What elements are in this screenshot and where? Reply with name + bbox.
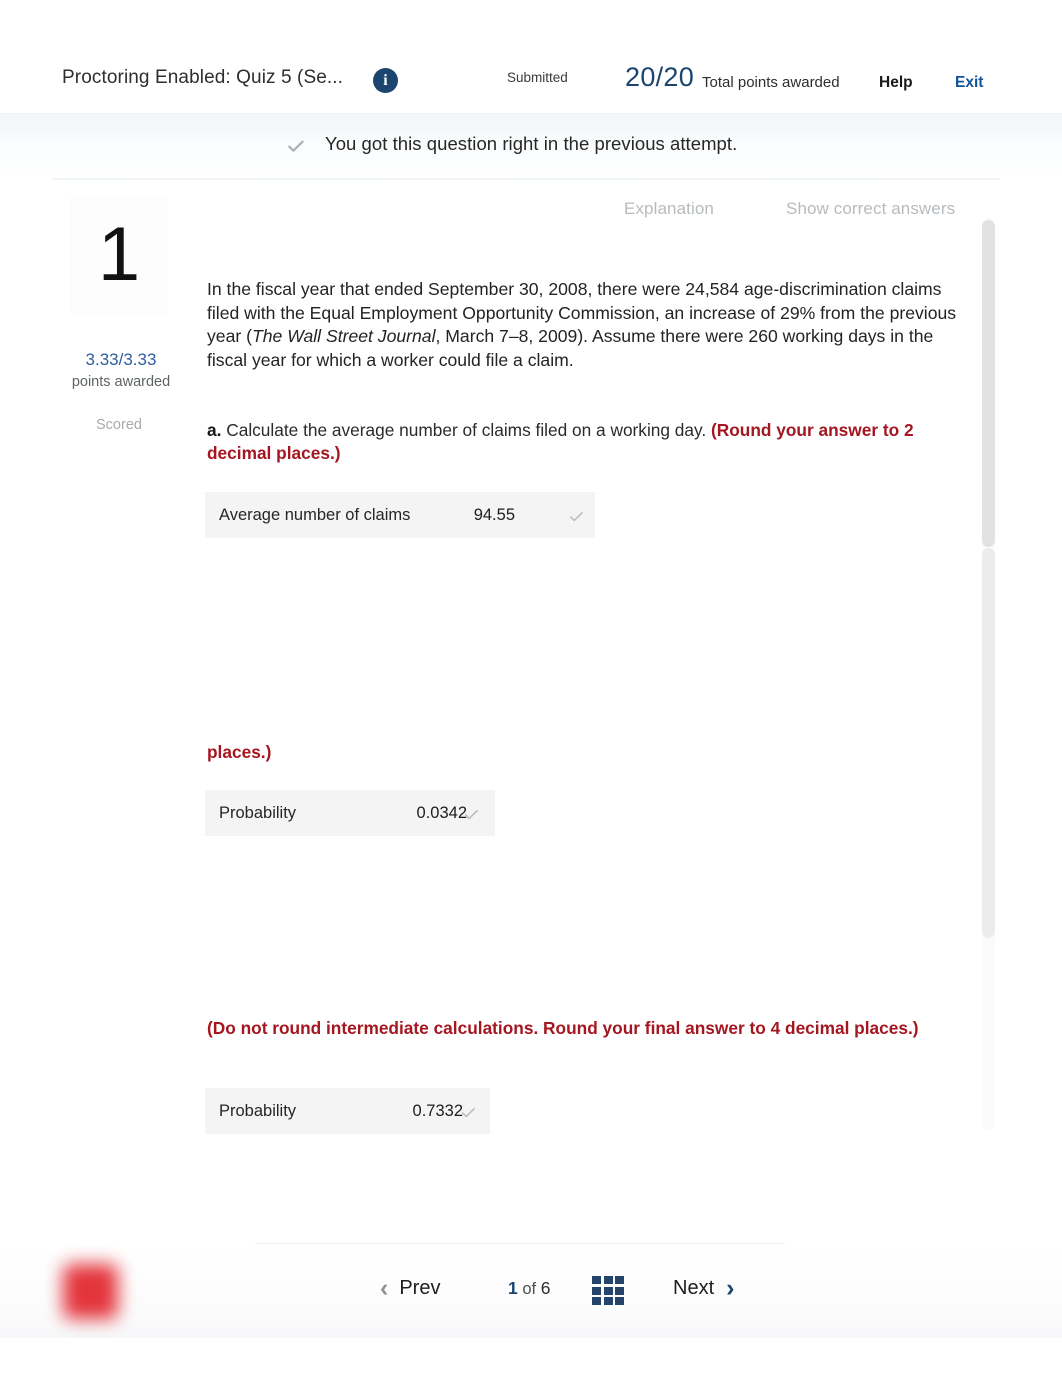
grid-cell: [592, 1286, 601, 1295]
stem-paragraph: In the fiscal year that ended September …: [207, 278, 975, 372]
part-b-instruction-fragment: places.): [207, 742, 272, 762]
total-page-count: 6: [540, 1278, 551, 1298]
part-a-text: Calculate the average number of claims f…: [221, 420, 711, 440]
answer-label: Probability: [219, 803, 297, 822]
part-a-prompt: a. Calculate the average number of claim…: [207, 419, 977, 465]
vertical-scrollbar-thumb[interactable]: [982, 220, 995, 547]
answer-field-row[interactable]: Average number of claims 94.55: [205, 492, 595, 538]
show-correct-answers-button[interactable]: Show correct answers: [786, 199, 955, 219]
chevron-right-icon: ›: [726, 1274, 735, 1302]
answer-value: 94.55: [473, 505, 515, 524]
total-points-label: Total points awarded: [702, 74, 840, 91]
check-icon: [568, 508, 585, 528]
grid-cell: [603, 1297, 613, 1305]
vertical-scrollbar-thumb-lower[interactable]: [982, 548, 995, 938]
answer-value: 0.0342: [416, 803, 467, 822]
prev-button[interactable]: ‹ Prev: [380, 1275, 440, 1301]
question-number: 1: [97, 212, 141, 297]
chevron-left-icon: ‹: [380, 1274, 389, 1302]
grid-cell: [615, 1276, 624, 1284]
check-icon: [463, 806, 480, 826]
answer-field-row[interactable]: Probability 0.7332: [205, 1088, 490, 1134]
next-button[interactable]: Next ›: [673, 1275, 734, 1301]
next-label: Next: [673, 1276, 715, 1299]
answer-label: Average number of claims: [219, 505, 411, 524]
part-c-instruction: (Do not round intermediate calculations.…: [207, 1018, 919, 1038]
answer-field-row[interactable]: Probability 0.0342: [205, 790, 495, 836]
grid-cell: [592, 1297, 601, 1305]
question-stem: In the fiscal year that ended September …: [207, 278, 975, 372]
total-points-fraction: 20/20: [625, 62, 695, 92]
answer-label: Probability: [219, 1101, 297, 1120]
grid-cell: [615, 1297, 624, 1305]
submission-status-badge: Submitted: [507, 70, 568, 85]
grid-cell: [603, 1286, 613, 1295]
previous-attempt-message: You got this question right in the previ…: [325, 133, 738, 154]
check-icon: [460, 1104, 477, 1124]
exit-button[interactable]: Exit: [955, 74, 983, 92]
app-header: Proctoring Enabled: Quiz 5 (Se... i Subm…: [0, 0, 1062, 115]
answer-value: 0.7332: [412, 1101, 463, 1120]
current-page-number: 1: [508, 1278, 518, 1298]
explanation-button[interactable]: Explanation: [624, 199, 714, 219]
points-awarded-label: points awarded: [71, 374, 171, 390]
footer-divider: [255, 1243, 785, 1244]
check-icon: [286, 136, 306, 156]
grid-view-icon[interactable]: [592, 1276, 624, 1306]
page-of-label: of: [522, 1280, 537, 1298]
help-button[interactable]: Help: [879, 74, 913, 92]
grid-cell: [615, 1286, 624, 1295]
part-a-marker: a.: [207, 420, 222, 440]
grid-cell: [592, 1276, 601, 1284]
scored-label: Scored: [96, 417, 142, 433]
pagination-indicator: 1 of 6: [508, 1278, 550, 1299]
grid-cell: [603, 1276, 613, 1284]
prev-label: Prev: [399, 1276, 441, 1299]
info-icon[interactable]: i: [373, 68, 398, 93]
quiz-title: Proctoring Enabled: Quiz 5 (Se...: [62, 67, 344, 88]
stem-citation: The Wall Street Journal: [251, 326, 436, 347]
mcgraw-hill-logo: [63, 1264, 118, 1319]
points-awarded-value: 3.33/3.33: [85, 350, 157, 369]
question-number-box: 1: [70, 196, 168, 314]
